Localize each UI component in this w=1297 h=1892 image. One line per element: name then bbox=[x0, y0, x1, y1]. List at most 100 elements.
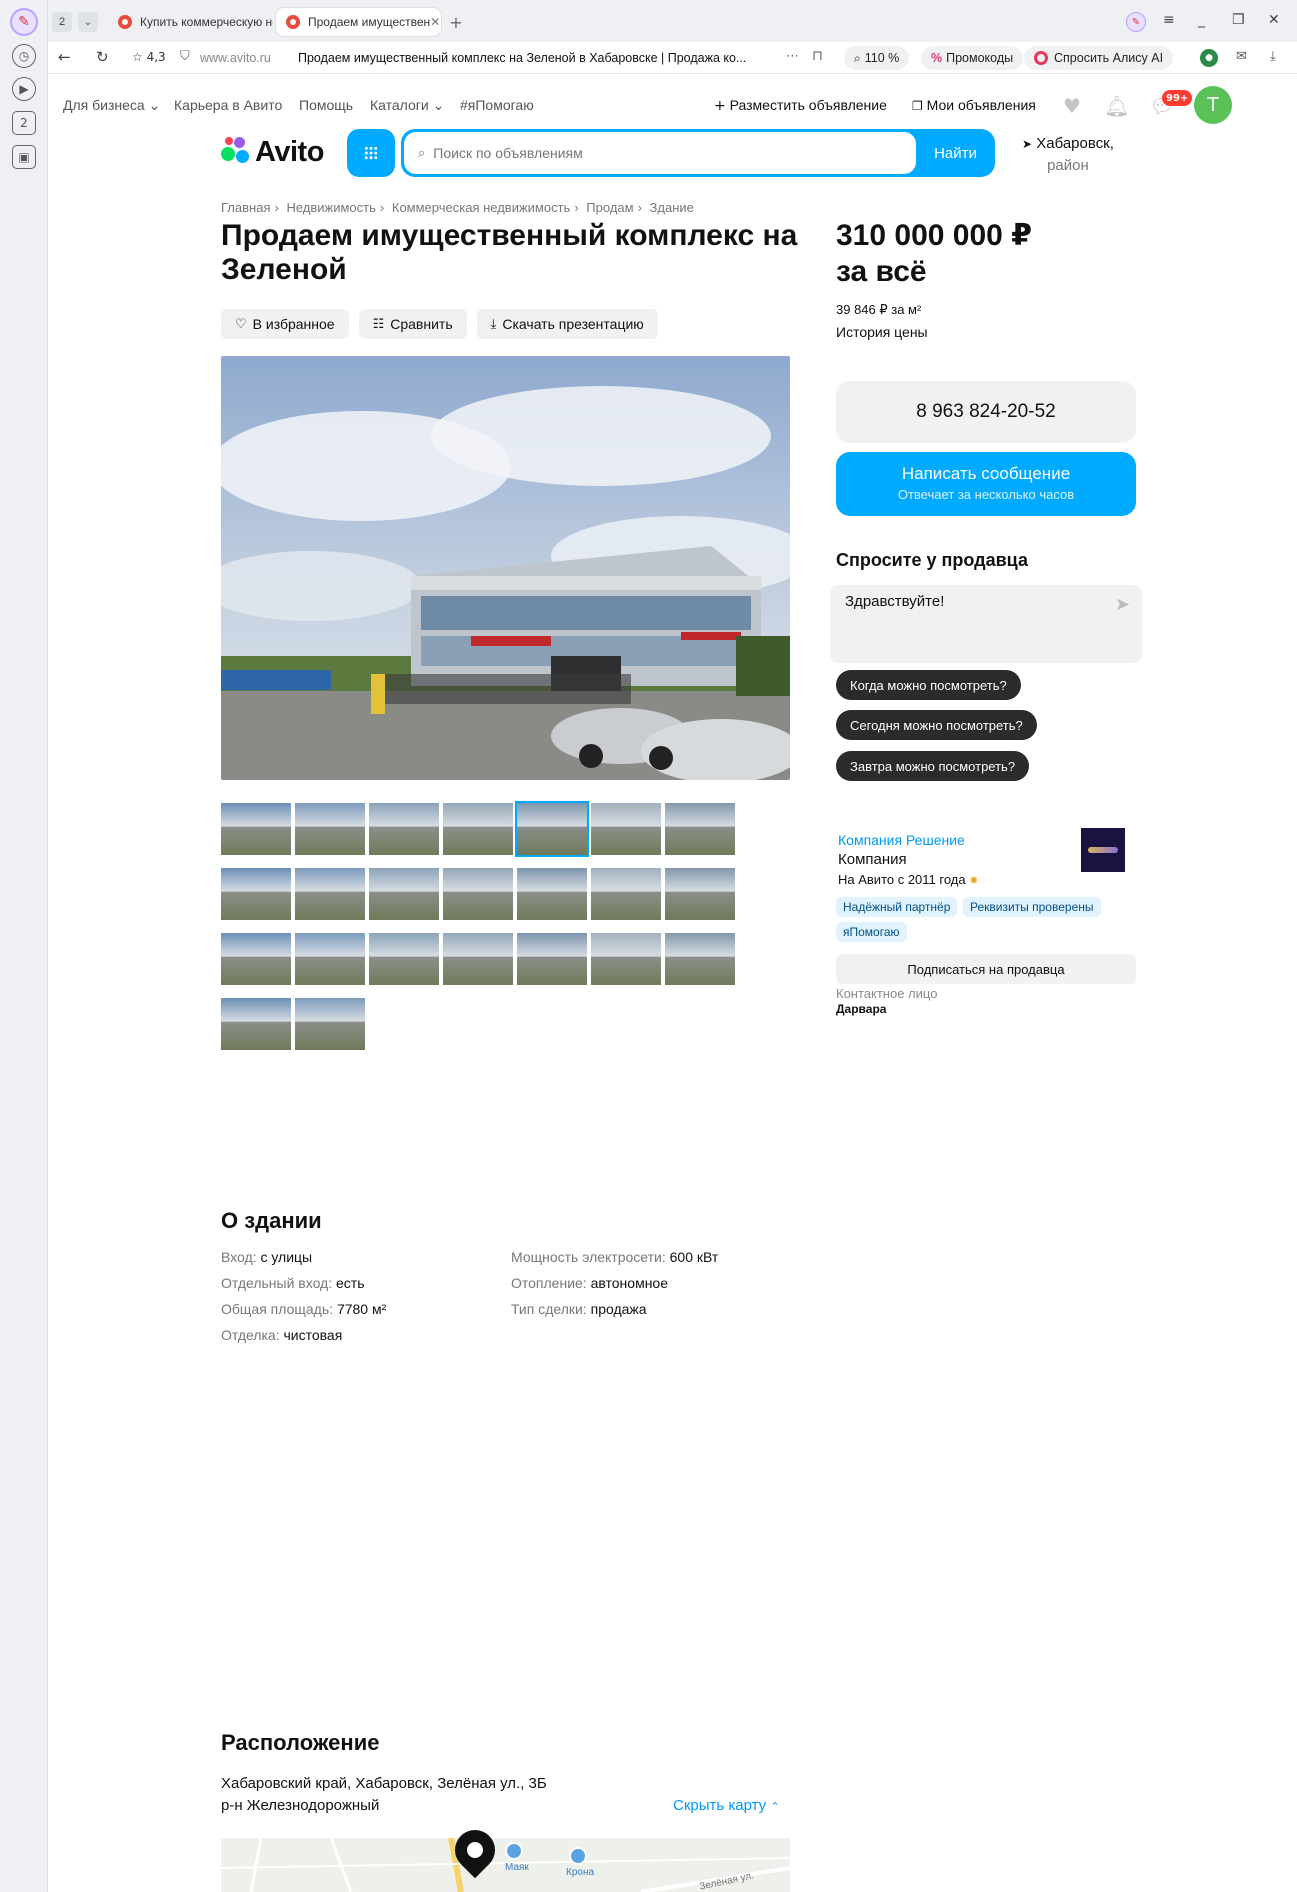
photo-thumbnail[interactable] bbox=[665, 868, 735, 920]
reload-icon[interactable]: ↻ bbox=[96, 48, 109, 66]
photo-thumbnail[interactable] bbox=[591, 933, 661, 985]
poi-icon[interactable] bbox=[569, 1847, 587, 1865]
nav-for-business[interactable]: Для бизнеса ⌄ bbox=[63, 97, 160, 114]
post-ad-link[interactable]: + Разместить объявление bbox=[714, 97, 887, 114]
seller-name-link[interactable]: Компания Решение bbox=[838, 832, 965, 848]
nav-i-help[interactable]: #яПомогаю bbox=[460, 97, 534, 113]
extension-icon[interactable]: ● bbox=[1200, 49, 1218, 67]
restore-icon[interactable]: ❐ bbox=[1232, 12, 1245, 28]
nav-help[interactable]: Помощь bbox=[299, 97, 353, 113]
url-page-title[interactable]: Продаем имущественный комплекс на Зелено… bbox=[298, 51, 768, 65]
photo-thumbnail[interactable] bbox=[517, 868, 587, 920]
building-photo bbox=[221, 356, 790, 780]
nav-career[interactable]: Карьера в Авито bbox=[174, 97, 282, 113]
poi-icon[interactable] bbox=[505, 1842, 523, 1860]
favorites-heart-icon[interactable]: ♥ bbox=[1058, 92, 1086, 120]
close-tab-icon[interactable]: ✕ bbox=[430, 15, 440, 29]
ask-seller-title: Спросите у продавца bbox=[836, 550, 1028, 570]
photo-thumbnail[interactable] bbox=[221, 998, 291, 1050]
photo-thumbnail[interactable] bbox=[665, 933, 735, 985]
write-message-label: Написать сообщение bbox=[901, 464, 1071, 483]
url-domain[interactable]: www.avito.ru bbox=[200, 51, 271, 65]
breadcrumb-item[interactable]: Главная bbox=[221, 200, 270, 215]
pocket-icon[interactable]: ✉ bbox=[1236, 49, 1254, 67]
subscribe-seller-button[interactable]: Подписаться на продавца bbox=[836, 954, 1136, 984]
messages-icon[interactable]: 💬︎ 99+ bbox=[1148, 90, 1193, 120]
breadcrumb-item[interactable]: Коммерческая недвижимость bbox=[392, 200, 570, 215]
new-tab-icon[interactable]: + bbox=[446, 12, 466, 32]
badge-verified-details[interactable]: Реквизиты проверены bbox=[963, 897, 1101, 917]
badge-i-help[interactable]: яПомогаю bbox=[836, 922, 907, 942]
catalog-button[interactable] bbox=[347, 129, 395, 177]
search-input[interactable] bbox=[433, 145, 874, 161]
photo-thumbnail[interactable] bbox=[221, 933, 291, 985]
history-icon[interactable]: ◷ bbox=[12, 44, 36, 68]
avatar[interactable]: T bbox=[1194, 86, 1232, 124]
ask-seller-input[interactable] bbox=[845, 593, 1105, 653]
phone-button[interactable]: 8 963 824-20-52 bbox=[836, 381, 1136, 443]
download-presentation-button[interactable]: ⤓ Скачать презентацию bbox=[476, 309, 658, 339]
photo-thumbnail[interactable] bbox=[295, 803, 365, 855]
ask-alice-button[interactable]: Спросить Алису AI bbox=[1024, 46, 1174, 70]
photo-thumbnail[interactable] bbox=[369, 868, 439, 920]
nav-catalogs[interactable]: Каталоги ⌄ bbox=[370, 97, 444, 114]
photo-thumbnail[interactable] bbox=[443, 933, 513, 985]
photo-thumbnail[interactable] bbox=[221, 803, 291, 855]
main-photo[interactable] bbox=[221, 356, 790, 780]
bookmark-icon[interactable]: ⊓ bbox=[812, 48, 823, 64]
screenshot-icon[interactable]: ▣ bbox=[12, 145, 36, 169]
photo-thumbnail[interactable] bbox=[443, 803, 513, 855]
send-icon[interactable]: ➤ bbox=[1115, 594, 1130, 615]
download-icon[interactable]: ⤓ bbox=[1270, 49, 1288, 67]
more-icon[interactable]: ⋯ bbox=[786, 49, 799, 64]
photo-thumbnail[interactable] bbox=[591, 803, 661, 855]
tab-buy-commercial[interactable]: Купить коммерческую не bbox=[108, 8, 273, 36]
favorite-button[interactable]: ♡ В избранное bbox=[221, 309, 349, 339]
alice-icon[interactable]: ✎ bbox=[1126, 12, 1146, 32]
back-icon[interactable]: ← bbox=[58, 48, 71, 66]
location-selector[interactable]: ➤ Хабаровск, район bbox=[1022, 133, 1114, 176]
photo-thumbnail[interactable] bbox=[369, 803, 439, 855]
breadcrumb-item[interactable]: Здание bbox=[650, 200, 694, 215]
response-time: Отвечает за несколько часов bbox=[897, 487, 1075, 502]
compare-button[interactable]: ☷ Сравнить bbox=[358, 309, 467, 339]
breadcrumb-item[interactable]: Недвижимость bbox=[286, 200, 375, 215]
tab-list-dropdown-icon[interactable]: ⌄ bbox=[78, 12, 98, 32]
photo-thumbnail[interactable] bbox=[443, 868, 513, 920]
shield-icon[interactable]: ⛉ bbox=[180, 49, 190, 64]
menu-icon[interactable]: ≡ bbox=[1163, 12, 1175, 28]
photo-thumbnail[interactable] bbox=[369, 933, 439, 985]
write-message-button[interactable]: Написать сообщение Отвечает за несколько… bbox=[836, 452, 1136, 516]
breadcrumb-item[interactable]: Продам bbox=[586, 200, 633, 215]
notifications-bell-icon[interactable]: 🔔︎ bbox=[1103, 92, 1131, 120]
seller-logo[interactable] bbox=[1081, 828, 1125, 872]
promo-button[interactable]: % Промокоды bbox=[921, 46, 1024, 70]
photo-thumbnail[interactable] bbox=[517, 933, 587, 985]
map[interactable]: Маяк Крона Зелёная ул. bbox=[221, 1838, 790, 1892]
avito-logo[interactable]: Avito bbox=[221, 134, 324, 170]
hide-map-link[interactable]: Скрыть карту ⌃ bbox=[673, 1797, 780, 1814]
site-rating[interactable]: ☆ 4,3 bbox=[132, 50, 166, 64]
photo-thumbnail[interactable] bbox=[665, 803, 735, 855]
search-button[interactable]: Найти bbox=[916, 129, 995, 177]
quick-question-chip[interactable]: Завтра можно посмотреть? bbox=[836, 751, 1030, 781]
minimize-icon[interactable]: _ bbox=[1198, 12, 1205, 28]
badge-reliable-partner[interactable]: Надёжный партнёр bbox=[836, 897, 958, 917]
photo-thumbnail[interactable] bbox=[295, 868, 365, 920]
quick-question-chip[interactable]: Когда можно посмотреть? bbox=[836, 670, 1021, 700]
quick-question-chip[interactable]: Сегодня можно посмотреть? bbox=[836, 710, 1037, 740]
tab-counter[interactable]: 2 bbox=[52, 12, 72, 32]
photo-thumbnail[interactable] bbox=[221, 868, 291, 920]
my-ads-link[interactable]: ❐ Мои объявления bbox=[912, 97, 1036, 113]
close-window-icon[interactable]: ✕ bbox=[1268, 12, 1280, 28]
browser-logo-icon[interactable]: ✎ bbox=[10, 8, 38, 36]
photo-thumbnail[interactable] bbox=[295, 998, 365, 1050]
zoom-button[interactable]: ⌕ 110 % bbox=[844, 46, 910, 70]
play-icon[interactable]: ▶ bbox=[12, 77, 36, 101]
tab-count-icon[interactable]: 2 bbox=[12, 111, 36, 135]
photo-thumbnail[interactable] bbox=[591, 868, 661, 920]
tab-listing[interactable]: Продаем имуществен ✕ bbox=[276, 8, 441, 36]
price-history-link[interactable]: История цены bbox=[836, 324, 928, 340]
photo-thumbnail[interactable] bbox=[295, 933, 365, 985]
photo-thumbnail[interactable] bbox=[517, 803, 587, 855]
